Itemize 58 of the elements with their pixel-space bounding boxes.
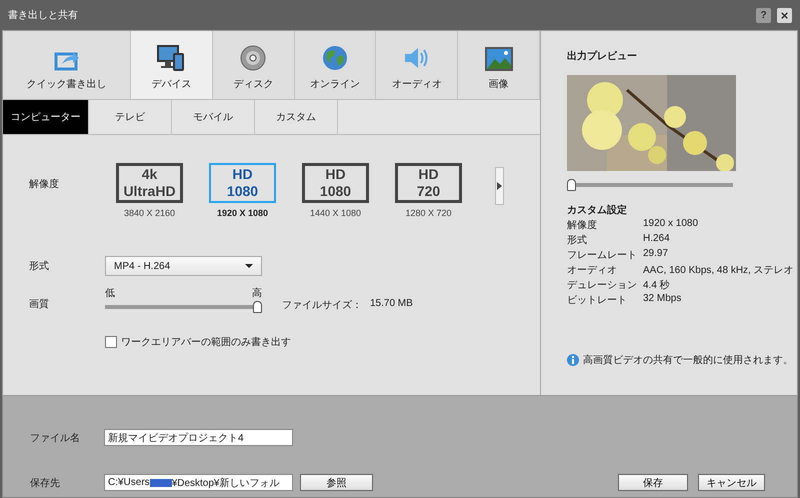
caret-icon <box>497 182 502 190</box>
slider-thumb[interactable] <box>253 301 262 313</box>
share-arrow-icon <box>54 49 80 71</box>
setting-label: デュレーション <box>567 279 638 292</box>
resolution-option[interactable]: 4k UltraHD <box>116 163 183 203</box>
subtab[interactable]: モバイル <box>172 100 255 134</box>
slider-min-label: 低 <box>105 287 115 300</box>
slider-max-label: 高 <box>252 286 262 300</box>
setting-value: H.264 <box>643 233 671 246</box>
save-button[interactable]: 保存 <box>618 474 688 491</box>
resolution-option[interactable]: HD 1080 <box>302 163 369 203</box>
file-size-label: ファイルサイズ： <box>282 299 362 312</box>
monitor-phone-icon <box>157 45 186 71</box>
preview-title: 出力プレビュー <box>567 49 638 63</box>
close-button[interactable]: × <box>777 8 792 22</box>
cancel-button[interactable]: キャンセル <box>698 474 765 491</box>
resolution-option[interactable]: HD 1080 <box>209 163 276 203</box>
file-name-field[interactable]: 新規マイビデオプロジェクト4 <box>104 429 293 446</box>
setting-label: 解像度 <box>567 218 598 232</box>
field-label: ファイル名 <box>30 432 81 444</box>
browse-button[interactable]: 参照 <box>300 474 373 491</box>
field-label: 解像度 <box>29 178 60 191</box>
resolution-size: 1920 X 1080 <box>216 208 268 218</box>
category-tab[interactable]: デバイス <box>131 31 213 99</box>
settings-title: カスタム設定 <box>567 203 628 217</box>
help-button[interactable]: ? <box>756 8 771 22</box>
subtab[interactable]: テレビ <box>89 100 172 134</box>
subtab[interactable]: コンピューター <box>3 100 89 134</box>
caret-icon <box>245 264 253 268</box>
file-size-value: 15.70 MB <box>370 298 413 311</box>
checkbox[interactable] <box>105 336 117 348</box>
info-icon <box>567 354 579 366</box>
resolution-size: 1440 X 1080 <box>310 208 362 218</box>
resolution-size: 3840 X 2160 <box>124 208 176 218</box>
resolution-size: 1280 X 720 <box>405 208 452 218</box>
setting-value: 4.4 秒 <box>643 278 671 292</box>
landscape-image-icon <box>484 47 513 71</box>
setting-label: 形式 <box>567 234 588 247</box>
field-label: 形式 <box>29 260 50 273</box>
setting-value: 29.97 <box>643 248 670 261</box>
format-dropdown[interactable]: MP4 - H.264 <box>105 256 262 276</box>
setting-value: AAC, 160 Kbps, 48 kHz, ステレオ <box>643 264 795 277</box>
setting-label: フレームレート <box>567 249 638 262</box>
globe-icon <box>322 45 348 71</box>
setting-label: オーディオ <box>567 264 618 277</box>
info-text: 高画質ビデオの共有で一般的に使用されます。 <box>583 354 793 367</box>
disc-icon <box>240 45 266 71</box>
window-title: 書き出しと共有 <box>8 8 79 22</box>
setting-label: ビットレート <box>567 294 628 307</box>
next-button[interactable] <box>495 167 504 205</box>
subtab[interactable]: カスタム <box>255 100 338 134</box>
checkbox-label: ワークエリアバーの範囲のみ書き出す <box>121 336 291 349</box>
setting-value: 32 Mbps <box>643 293 682 306</box>
resolution-option[interactable]: HD 720 <box>395 163 462 203</box>
field-label: 画質 <box>29 298 50 312</box>
setting-value: 1920 x 1080 <box>643 218 700 231</box>
slider-thumb[interactable] <box>567 179 576 191</box>
field-label: 保存先 <box>30 476 61 490</box>
